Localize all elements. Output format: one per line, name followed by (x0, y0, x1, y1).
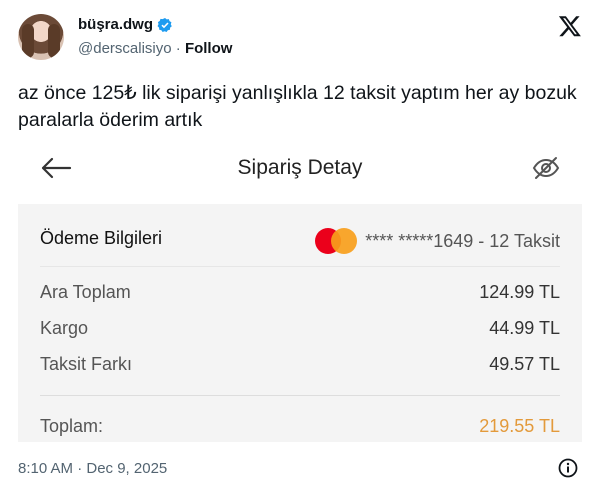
separator: · (175, 40, 181, 57)
divider-top (40, 266, 560, 267)
row-value: 44.99 TL (489, 318, 560, 338)
total-label: Toplam: (40, 416, 104, 436)
tweet-header: büşra.dwg @derscalisiyo · Follow (18, 14, 582, 62)
follow-button[interactable]: Follow (185, 40, 233, 57)
row-value: 124.99 TL (479, 282, 560, 302)
row-value: 49.57 TL (489, 354, 560, 374)
summary-row-subtotal: Ara Toplam 124.99 TL (40, 282, 560, 303)
summary-row-shipping: Kargo 44.99 TL (40, 318, 560, 339)
card-title: Sipariş Detay (237, 156, 363, 179)
payment-card: **** *****1649 - 12 Taksit (315, 228, 560, 254)
avatar[interactable] (18, 14, 64, 60)
info-icon[interactable] (558, 458, 578, 478)
row-label: Taksit Farkı (40, 354, 133, 374)
card-body: Ödeme Bilgileri **** *****1649 - 12 Taks… (18, 204, 582, 442)
timestamp[interactable]: 8:10 AM · Dec 9, 2025 (18, 460, 167, 477)
payment-info-row: Ödeme Bilgileri **** *****1649 - 12 Taks… (40, 228, 560, 254)
handle-row: @derscalisiyo · Follow (78, 40, 232, 57)
order-detail-card: Sipariş Detay Ödeme Bilgileri **** *****… (18, 142, 582, 442)
total-row: Toplam: 219.55 TL (40, 416, 560, 437)
display-name-row[interactable]: büşra.dwg (78, 16, 173, 33)
total-value: 219.55 TL (479, 416, 560, 436)
tweet-text: az önce 125₺ lik siparişi yanlışlıkla 12… (18, 82, 577, 131)
divider-total (40, 395, 560, 396)
summary-row-installment-diff: Taksit Farkı 49.57 TL (40, 354, 560, 375)
row-label: Ara Toplam (40, 282, 131, 302)
handle[interactable]: @derscalisiyo (78, 40, 172, 57)
payment-info-label: Ödeme Bilgileri (40, 228, 163, 248)
x-logo-icon[interactable] (558, 14, 582, 38)
mastercard-icon (315, 228, 359, 254)
user-info: büşra.dwg @derscalisiyo · Follow (78, 16, 232, 57)
eye-off-icon[interactable] (532, 154, 560, 182)
row-label: Kargo (40, 318, 89, 338)
card-info: **** *****1649 - 12 Taksit (365, 230, 560, 251)
verified-badge-icon (157, 17, 172, 32)
card-header: Sipariş Detay (18, 142, 582, 202)
display-name[interactable]: büşra.dwg (78, 16, 153, 33)
